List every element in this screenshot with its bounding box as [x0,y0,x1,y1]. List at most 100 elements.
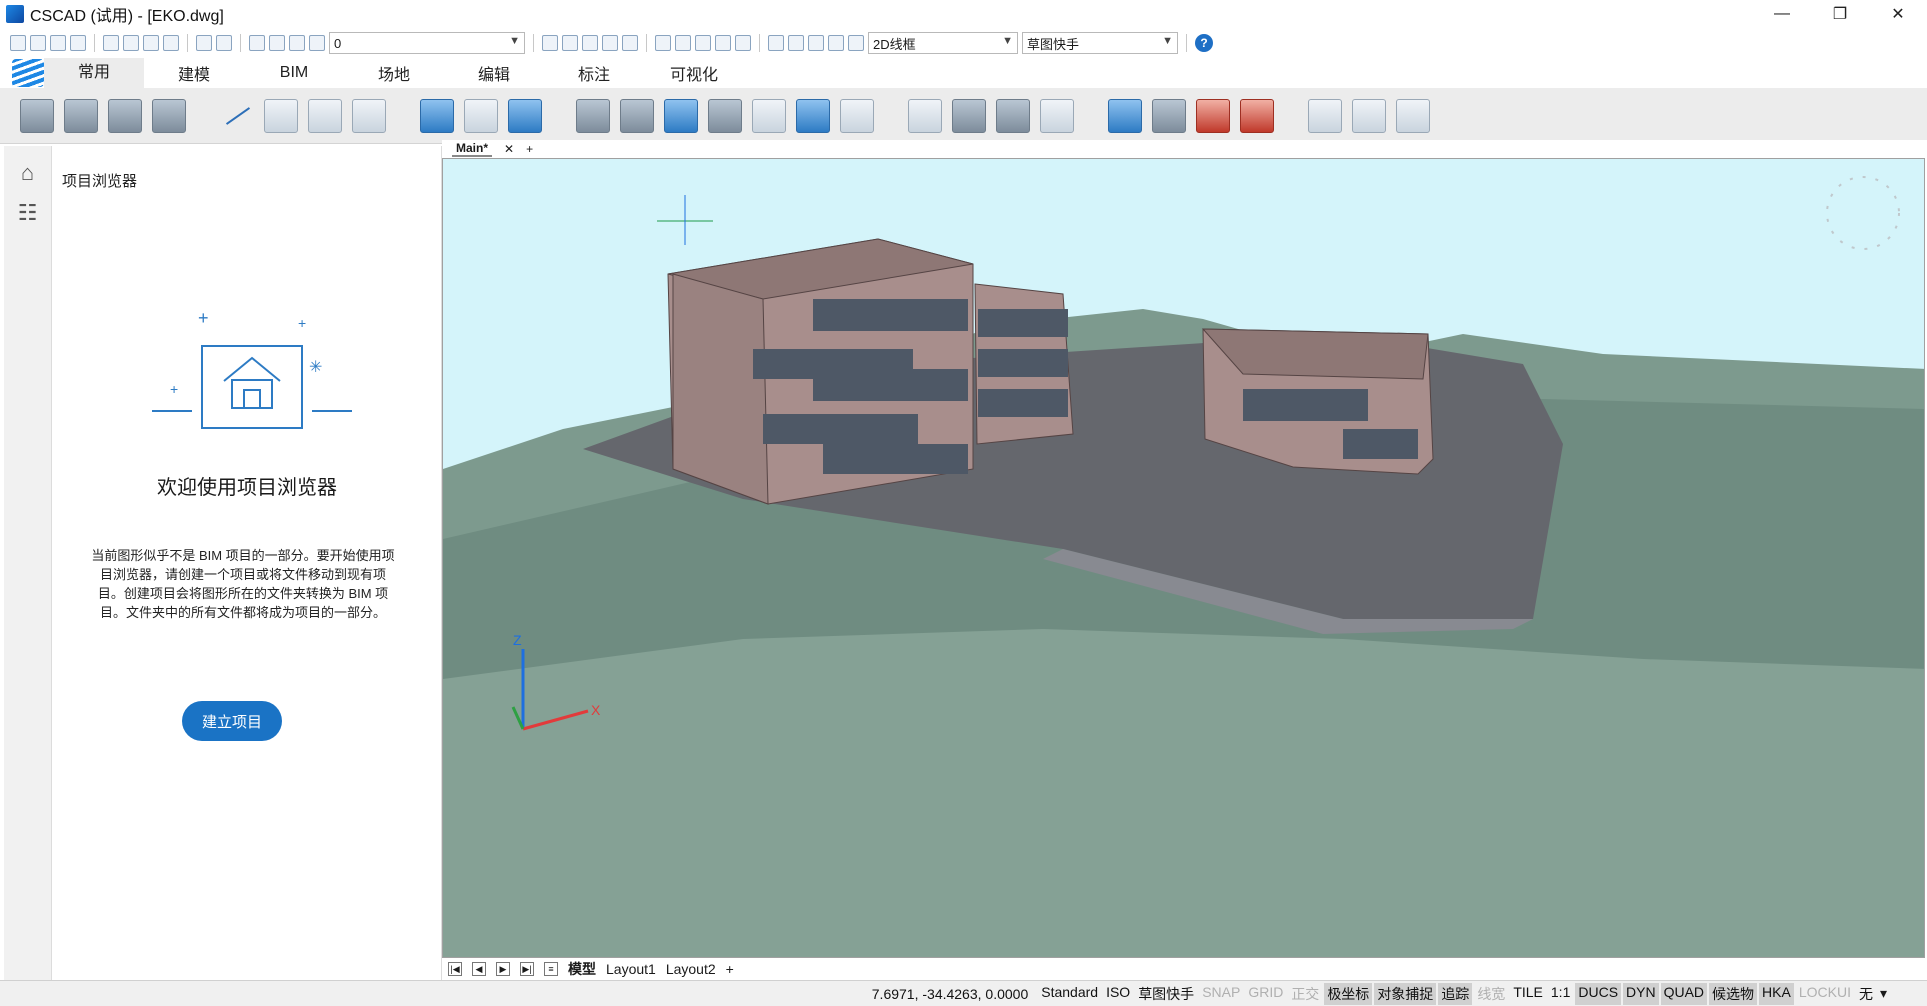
create-project-button[interactable]: 建立项目 [182,701,282,741]
last-layout-icon[interactable]: ▶| [520,962,534,976]
layers-stack-icon[interactable] [1240,98,1274,133]
tab-layout2[interactable]: Layout2 [666,961,716,977]
help-icon[interactable]: ? [1195,34,1213,52]
tab-modeling[interactable]: 建模 [144,61,244,85]
tab-model[interactable]: 模型 [568,959,596,979]
tab-site[interactable]: 场地 [344,61,444,85]
material-icon[interactable] [1196,98,1230,133]
status-toggle-13[interactable]: DYN [1623,982,1659,1005]
tab-visualize[interactable]: 可视化 [644,61,744,85]
status-toggle-2[interactable]: 草图快手 [1135,983,1197,1005]
layer-freeze-icon[interactable] [269,35,285,51]
tab-layout1[interactable]: Layout1 [606,961,656,977]
plot-icon[interactable] [143,35,159,51]
text-style-icon[interactable] [840,98,874,133]
tab-main[interactable]: Main* [452,141,493,157]
polygon-icon[interactable] [352,98,386,133]
cube-section-icon[interactable] [1396,98,1430,133]
rotate-icon[interactable] [996,98,1030,133]
layer-lock-icon[interactable] [289,35,305,51]
add-layout-button[interactable]: + [726,961,734,977]
status-toggle-4[interactable]: GRID [1245,983,1286,1005]
line-icon[interactable] [220,99,254,133]
status-toggle-10[interactable]: TILE [1510,983,1546,1005]
tab-bim[interactable]: BIM [244,64,344,82]
render-icon[interactable] [848,35,864,51]
workspace-dropdown[interactable]: 草图快手 ▼ [1022,32,1178,54]
tree-structure-icon[interactable]: ☷ [15,200,41,226]
status-toggle-6[interactable]: 极坐标 [1324,982,1373,1005]
rectangle-icon[interactable] [264,98,298,133]
layer-print-icon[interactable] [309,35,325,51]
status-toggle-16[interactable]: HKA [1759,982,1794,1005]
status-toggle-11[interactable]: 1:1 [1548,983,1573,1005]
hatch-icon[interactable] [664,98,698,133]
status-toggle-3[interactable]: SNAP [1199,983,1243,1005]
status-toggle-9[interactable]: 线宽 [1474,983,1508,1005]
close-tab-icon[interactable]: ✕ [504,142,514,156]
status-toggle-5[interactable]: 正交 [1288,983,1322,1005]
tab-home[interactable]: 常用 [44,58,144,88]
status-toggle-18[interactable]: 无 [1856,983,1876,1005]
door-icon[interactable] [420,98,454,133]
curtain-wall-icon[interactable] [64,98,98,133]
cube-shaded-icon[interactable] [1352,98,1386,133]
window-icon[interactable] [464,98,498,133]
tool-palette-icon[interactable] [828,35,844,51]
view-iso-icon[interactable] [715,35,731,51]
view-front-icon[interactable] [675,35,691,51]
status-toggle-7[interactable]: 对象捕捉 [1374,982,1437,1005]
view-top-icon[interactable] [655,35,671,51]
annotate-icon[interactable] [1040,98,1074,133]
stair-icon[interactable] [152,98,186,133]
home-icon[interactable]: ⌂ [15,160,41,186]
close-button[interactable]: ✕ [1869,0,1927,28]
cube-view-icon[interactable] [1308,98,1342,133]
building-icon[interactable] [1152,98,1186,133]
layer-isolate-icon[interactable] [602,35,618,51]
grid-icon[interactable] [752,98,786,133]
status-toggle-14[interactable]: QUAD [1660,982,1708,1005]
visual-style-dropdown[interactable]: 2D线框 ▼ [868,32,1018,54]
light-icon[interactable] [908,98,942,133]
undo-icon[interactable] [196,35,212,51]
layer-dropdown[interactable]: 0 ▼ [329,32,525,54]
match-properties-icon[interactable] [788,35,804,51]
add-tab-icon[interactable]: + [526,142,533,156]
insert-block-icon[interactable] [576,98,610,133]
print-preview-icon[interactable] [103,35,119,51]
prev-layout-icon[interactable]: ◀ [472,962,486,976]
wall-icon[interactable] [20,98,54,133]
chevron-down-icon[interactable]: ▾ [1880,985,1887,1002]
section-icon[interactable] [708,98,742,133]
publish-icon[interactable] [163,35,179,51]
drawing-viewport[interactable]: Z X [442,158,1925,958]
status-toggle-1[interactable]: ISO [1103,983,1133,1005]
layer-change-icon[interactable] [562,35,578,51]
view-left-icon[interactable] [695,35,711,51]
surface-icon[interactable] [796,98,830,133]
layer-unisolate-icon[interactable] [622,35,638,51]
restore-button[interactable]: ❐ [1811,0,1869,28]
save-as-icon[interactable] [70,35,86,51]
tab-edit[interactable]: 编辑 [444,61,544,85]
save-icon[interactable] [50,35,66,51]
tab-annotate[interactable]: 标注 [544,61,644,85]
plane-icon[interactable] [952,98,986,133]
block-library-icon[interactable] [620,98,654,133]
status-toggle-0[interactable]: Standard [1038,983,1101,1005]
status-toggle-17[interactable]: LOCKUI [1796,983,1854,1005]
minimize-button[interactable]: — [1753,0,1811,28]
status-toggle-15[interactable]: 候选物 [1709,982,1758,1005]
layer-match-icon[interactable] [542,35,558,51]
redo-icon[interactable] [216,35,232,51]
next-layout-icon[interactable]: ▶ [496,962,510,976]
layout-list-icon[interactable]: ≡ [544,962,558,976]
app-menu-icon[interactable] [12,59,44,87]
layer-on-icon[interactable] [249,35,265,51]
first-layout-icon[interactable]: |◀ [448,962,462,976]
properties-icon[interactable] [768,35,784,51]
design-center-icon[interactable] [808,35,824,51]
new-file-icon[interactable] [10,35,26,51]
layer-previous-icon[interactable] [582,35,598,51]
